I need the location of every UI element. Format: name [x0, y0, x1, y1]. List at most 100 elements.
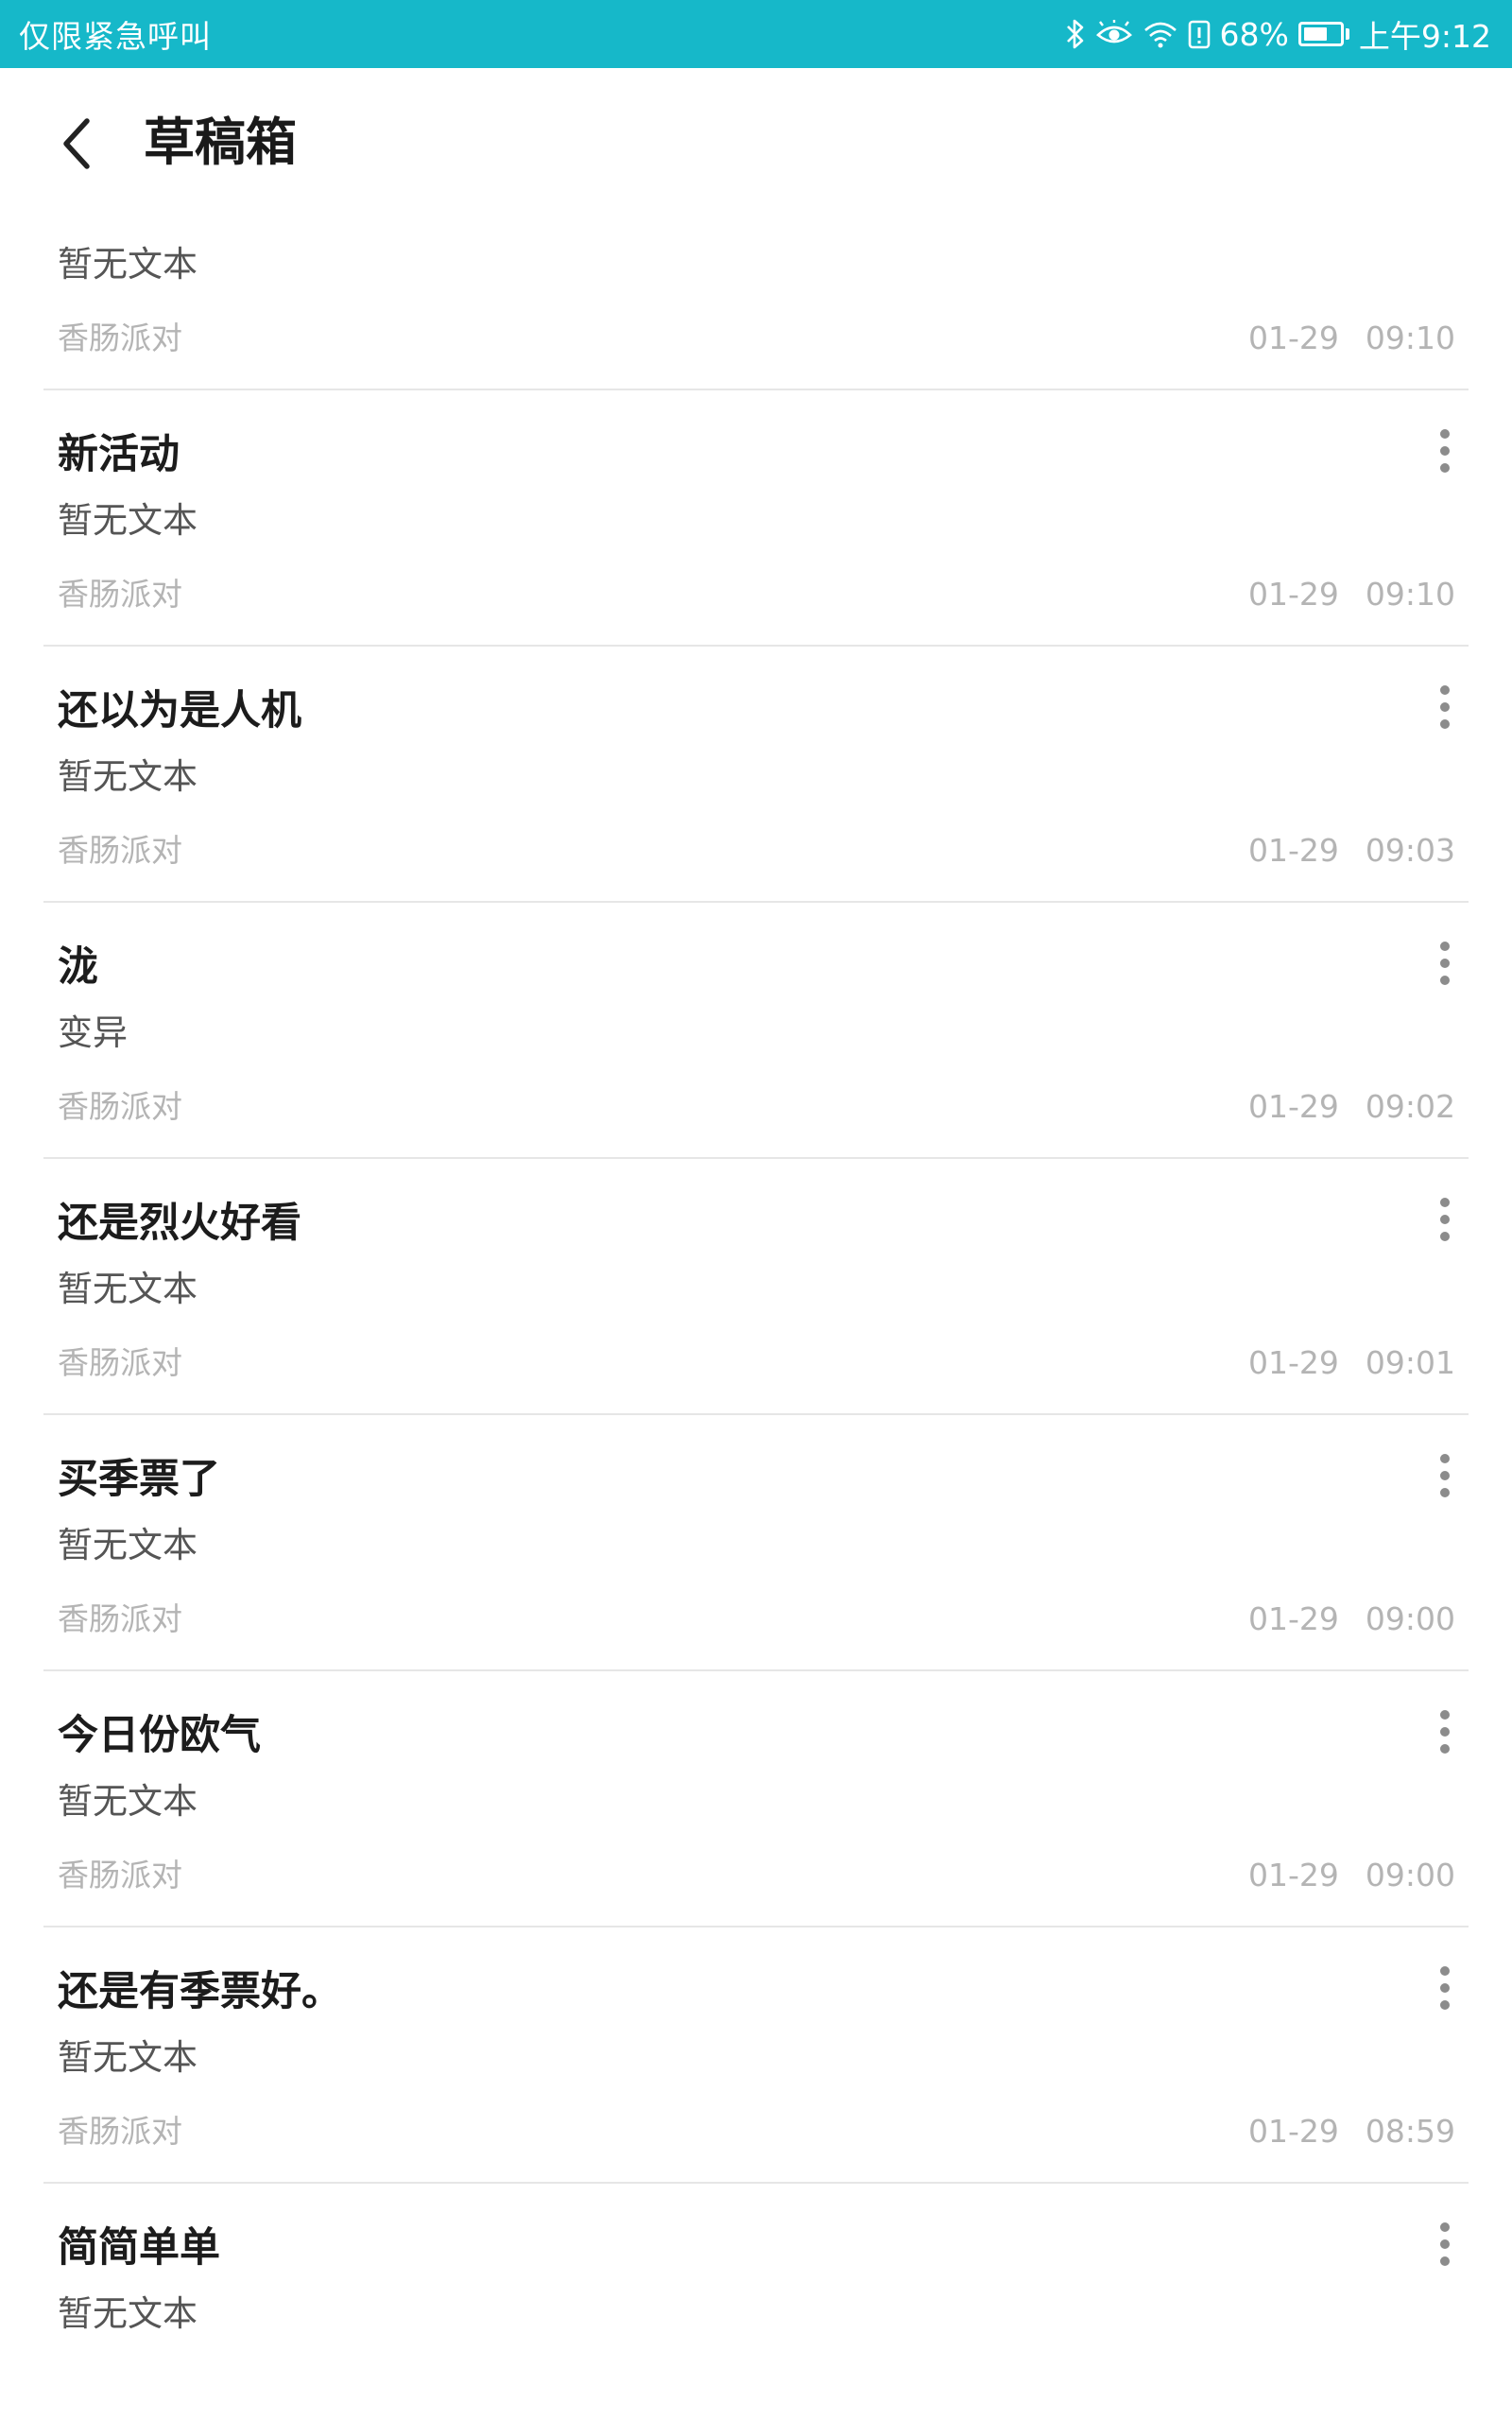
draft-timestamp: 01-29 09:10	[1248, 573, 1455, 616]
draft-timestamp: 01-29 09:10	[1248, 317, 1455, 360]
draft-category: 香肠派对	[58, 576, 182, 613]
more-dot	[1440, 702, 1450, 712]
draft-item[interactable]: 买季票了 暂无文本 香肠派对 01-29 09:00	[43, 1415, 1469, 1671]
draft-time: 09:02	[1365, 1088, 1455, 1125]
draft-timestamp: 01-29 09:00	[1248, 1854, 1455, 1897]
draft-date: 01-29	[1248, 1600, 1339, 1637]
draft-date: 01-29	[1248, 320, 1339, 356]
more-dot	[1440, 429, 1450, 439]
bluetooth-icon	[1065, 18, 1086, 50]
more-options-button[interactable]	[1421, 423, 1469, 479]
more-options-button[interactable]	[1421, 1447, 1469, 1504]
draft-title: 泷	[58, 943, 98, 991]
wifi-icon	[1143, 20, 1178, 48]
battery-percent: 68%	[1219, 15, 1289, 53]
clock: 上午9:12	[1358, 18, 1491, 55]
more-dot	[1440, 942, 1450, 951]
status-icons: 68% 上午9:12	[1065, 11, 1491, 57]
more-dot	[1440, 2239, 1450, 2249]
more-dot	[1440, 1488, 1450, 1497]
carrier-status-text: 仅限紧急呼叫	[19, 18, 212, 55]
draft-item[interactable]: 简简单单 暂无文本	[43, 2184, 1469, 2420]
more-dot	[1440, 2000, 1450, 2010]
more-dot	[1440, 719, 1450, 729]
draft-item[interactable]: 新活动 暂无文本 香肠派对 01-29 09:10	[43, 390, 1469, 647]
draft-body: 暂无文本	[58, 1525, 198, 1565]
eye-comfort-icon	[1095, 20, 1133, 48]
draft-date: 01-29	[1248, 1088, 1339, 1125]
draft-category: 香肠派对	[58, 320, 182, 356]
page-title: 草稿箱	[144, 112, 297, 172]
draft-item[interactable]: 还是有季票好。 暂无文本 香肠派对 01-29 08:59	[43, 1927, 1469, 2184]
more-dot	[1440, 463, 1450, 473]
more-dot	[1440, 1710, 1450, 1720]
draft-timestamp: 01-29 09:03	[1248, 829, 1455, 873]
more-options-button[interactable]	[1421, 1960, 1469, 2016]
draft-item[interactable]: 买房下吗？ 暂无文本 香肠派对 01-29 09:10	[43, 225, 1469, 390]
draft-time: 09:01	[1365, 1344, 1455, 1381]
more-dot	[1440, 685, 1450, 695]
more-dot	[1440, 1744, 1450, 1754]
draft-time: 09:10	[1365, 320, 1455, 356]
draft-item[interactable]: 还是烈火好看 暂无文本 香肠派对 01-29 09:01	[43, 1159, 1469, 1415]
draft-title: 简简单单	[58, 2224, 220, 2272]
draft-item[interactable]: 还以为是人机 暂无文本 香肠派对 01-29 09:03	[43, 647, 1469, 903]
battery-icon	[1297, 22, 1349, 46]
draft-title: 还以为是人机	[58, 687, 301, 735]
back-button[interactable]	[43, 110, 112, 178]
draft-item[interactable]: 泷 变异 香肠派对 01-29 09:02	[43, 903, 1469, 1159]
more-dot	[1440, 1454, 1450, 1463]
draft-title: 今日份欧气	[58, 1712, 261, 1759]
more-dot	[1440, 1232, 1450, 1241]
more-dot	[1440, 2222, 1450, 2232]
draft-item[interactable]: 今日份欧气 暂无文本 香肠派对 01-29 09:00	[43, 1671, 1469, 1927]
draft-body: 暂无文本	[58, 2293, 198, 2334]
draft-timestamp: 01-29 08:59	[1248, 2110, 1455, 2153]
draft-title: 买季票了	[58, 1456, 220, 1503]
more-options-button[interactable]	[1421, 1191, 1469, 1248]
draft-body: 暂无文本	[58, 1781, 198, 1822]
draft-body: 变异	[58, 1012, 128, 1053]
draft-body: 暂无文本	[58, 244, 198, 285]
draft-time: 08:59	[1365, 2113, 1455, 2150]
drafts-list[interactable]: 买房下吗？ 暂无文本 香肠派对 01-29 09:10 新活动 暂无文本 香肠派…	[0, 225, 1512, 2420]
draft-body: 暂无文本	[58, 756, 198, 797]
draft-date: 01-29	[1248, 576, 1339, 613]
battery-alert-icon	[1188, 19, 1211, 49]
more-dot	[1440, 1966, 1450, 1976]
draft-category: 香肠派对	[58, 1857, 182, 1893]
draft-category: 香肠派对	[58, 1600, 182, 1637]
draft-category: 香肠派对	[58, 1088, 182, 1125]
draft-body: 暂无文本	[58, 2037, 198, 2078]
more-dot	[1440, 1198, 1450, 1207]
draft-time: 09:00	[1365, 1857, 1455, 1893]
draft-time: 09:03	[1365, 832, 1455, 869]
more-options-button[interactable]	[1421, 2216, 1469, 2273]
draft-category: 香肠派对	[58, 1344, 182, 1381]
draft-date: 01-29	[1248, 2113, 1339, 2150]
draft-title: 还是有季票好。	[58, 1968, 342, 2015]
draft-body: 暂无文本	[58, 1269, 198, 1309]
more-dot	[1440, 1727, 1450, 1737]
more-dot	[1440, 1983, 1450, 1993]
draft-body: 暂无文本	[58, 500, 198, 541]
draft-timestamp: 01-29 09:01	[1248, 1341, 1455, 1385]
draft-title: 还是烈火好看	[58, 1200, 301, 1247]
more-options-button[interactable]	[1421, 679, 1469, 735]
more-options-button[interactable]	[1421, 935, 1469, 992]
draft-timestamp: 01-29 09:00	[1248, 1598, 1455, 1641]
draft-category: 香肠派对	[58, 2113, 182, 2150]
more-dot	[1440, 2256, 1450, 2266]
draft-category: 香肠派对	[58, 832, 182, 869]
draft-time: 09:10	[1365, 576, 1455, 613]
draft-timestamp: 01-29 09:02	[1248, 1085, 1455, 1129]
more-dot	[1440, 959, 1450, 968]
draft-time: 09:00	[1365, 1600, 1455, 1637]
more-dot	[1440, 1471, 1450, 1480]
more-dot	[1440, 1215, 1450, 1224]
more-options-button[interactable]	[1421, 1703, 1469, 1760]
draft-title: 新活动	[58, 431, 180, 478]
chevron-left-icon	[63, 118, 90, 169]
app-header: 草稿箱	[0, 68, 1512, 225]
draft-date: 01-29	[1248, 1344, 1339, 1381]
